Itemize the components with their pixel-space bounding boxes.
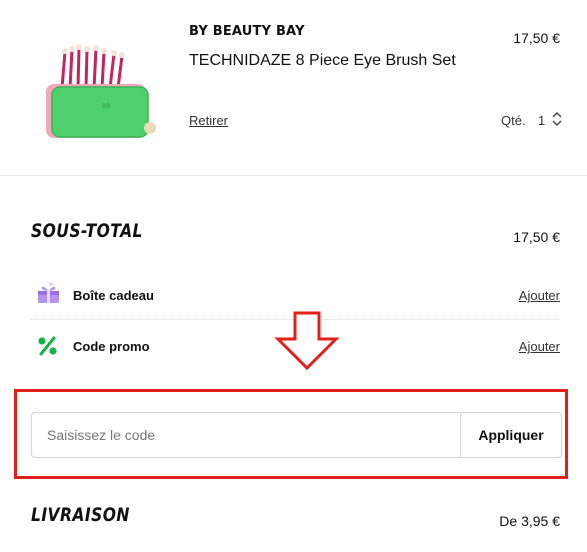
gift-box-label: Boîte cadeau [73, 288, 154, 303]
product-brand: BY BEAUTY BAY [189, 24, 305, 39]
promo-code-label: Code promo [73, 339, 150, 354]
quantity-label: Qté. [501, 113, 526, 128]
percent-icon [36, 334, 62, 358]
gift-box-icon [36, 281, 62, 305]
promo-code-input[interactable] [31, 412, 460, 458]
down-arrow-icon [274, 311, 340, 371]
apply-button[interactable]: Appliquer [460, 412, 562, 458]
subtotal-title: SOUS-TOTAL [31, 220, 143, 242]
quantity-value[interactable]: 1 [538, 113, 545, 128]
subtotal-value: 17,50 € [513, 229, 560, 245]
svg-text:BB: BB [102, 103, 110, 110]
brush-set-image: BB [42, 40, 160, 140]
product-name[interactable]: TECHNIDAZE 8 Piece Eye Brush Set [189, 52, 456, 70]
add-gift-box-link[interactable]: Ajouter [519, 288, 560, 303]
quantity-stepper-icon[interactable] [551, 109, 563, 129]
remove-link[interactable]: Retirer [189, 113, 228, 128]
product-price: 17,50 € [513, 30, 560, 46]
add-promo-code-link[interactable]: Ajouter [519, 339, 560, 354]
shipping-value: De 3,95 € [499, 513, 560, 529]
section-divider [0, 175, 587, 176]
shipping-title: LIVRAISON [31, 504, 130, 526]
